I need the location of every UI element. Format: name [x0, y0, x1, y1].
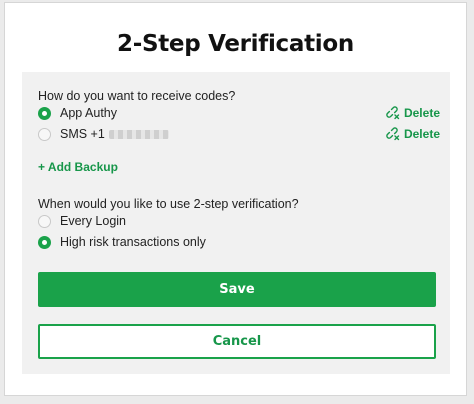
option-every-login[interactable]: Every Login	[38, 214, 126, 228]
unlink-icon	[386, 106, 400, 120]
option-every-login-label: Every Login	[60, 214, 127, 228]
radio-high-risk[interactable]	[38, 235, 51, 249]
delete-app-authy-button[interactable]: Delete	[386, 106, 440, 120]
save-button[interactable]: Save	[38, 272, 436, 307]
dialog-title: 2-Step Verification	[117, 31, 354, 57]
radio-app-authy[interactable]	[38, 106, 51, 120]
redacted-phone-number	[108, 129, 169, 139]
settings-panel: How do you want to receive codes? App Au…	[22, 72, 450, 374]
receive-codes-question: How do you want to receive codes?	[38, 89, 236, 103]
use-when-question: When would you like to use 2-step verifi…	[38, 197, 299, 211]
option-sms-label: SMS +1	[60, 127, 105, 141]
unlink-icon	[386, 127, 400, 141]
radio-sms[interactable]	[38, 127, 51, 141]
delete-app-authy-label: Delete	[403, 106, 440, 120]
verification-dialog: 2-Step Verification How do you want to r…	[4, 2, 467, 396]
option-app-authy[interactable]: App Authy	[38, 106, 117, 120]
cancel-button[interactable]: Cancel	[38, 324, 436, 359]
option-high-risk-label: High risk transactions only	[60, 235, 206, 249]
delete-sms-button[interactable]: Delete	[386, 127, 440, 141]
add-backup-link[interactable]: + Add Backup	[38, 160, 118, 174]
option-app-authy-label: App Authy	[60, 106, 117, 120]
radio-every-login[interactable]	[38, 214, 51, 228]
delete-sms-label: Delete	[403, 127, 440, 141]
option-high-risk[interactable]: High risk transactions only	[38, 235, 206, 249]
option-sms[interactable]: SMS +1	[38, 127, 169, 141]
